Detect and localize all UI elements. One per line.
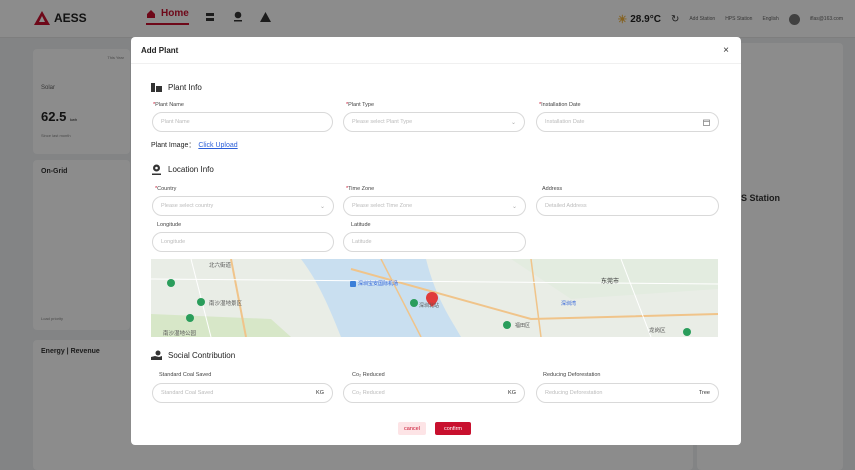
co2-reduced-input[interactable]: Co₂ Reduced KG xyxy=(343,383,525,403)
cancel-button[interactable]: cancel xyxy=(398,422,426,435)
map-label: 深圳宝安国际机场 xyxy=(358,280,398,287)
click-upload-link[interactable]: Click Upload xyxy=(198,142,237,149)
map-label: 福田区 xyxy=(515,322,530,329)
plant-info-icon xyxy=(151,83,162,92)
close-button[interactable]: × xyxy=(723,45,729,56)
map-label: 南沙湿地景区 xyxy=(209,299,243,307)
location-info-heading: Location Info xyxy=(151,164,214,175)
plant-type-select[interactable]: Please select Plant Type ⌄ xyxy=(343,112,525,132)
chevron-down-icon: ⌄ xyxy=(511,203,517,210)
plant-name-label: *Plant Name xyxy=(153,102,184,108)
map-label: 北六街道 xyxy=(209,261,232,269)
deforestation-input[interactable]: Reducing Deforestation Tree xyxy=(536,383,719,403)
map-label: 东莞市 xyxy=(601,277,619,285)
latitude-label: Latitude xyxy=(351,222,371,228)
coal-saved-input[interactable]: Standard Coal Saved KG xyxy=(152,383,333,403)
plant-image-row: Plant Image： Click Upload xyxy=(151,142,238,149)
map-poi-icon xyxy=(503,321,511,329)
map-label: 南沙湿地公园 xyxy=(163,329,197,337)
time-zone-label: *Time Zone xyxy=(346,186,375,192)
installation-date-input[interactable]: Installation Date xyxy=(536,112,719,132)
chevron-down-icon: ⌄ xyxy=(319,203,325,210)
longitude-input[interactable]: Longitude xyxy=(152,232,334,252)
plant-type-label: *Plant Type xyxy=(346,102,375,108)
chevron-down-icon: ⌄ xyxy=(510,119,516,126)
address-label: Address xyxy=(542,186,563,192)
map-poi-icon xyxy=(197,298,205,306)
plant-info-heading: Plant Info xyxy=(151,82,202,93)
airport-icon xyxy=(350,281,356,287)
address-input[interactable]: Detailed Address xyxy=(536,196,719,216)
map-poi-icon xyxy=(410,299,418,307)
confirm-button[interactable]: confirm xyxy=(435,422,471,435)
calendar-icon[interactable] xyxy=(703,119,710,126)
installation-date-label: *Installation Date xyxy=(539,102,581,108)
map-canvas[interactable]: 北六街道 深圳宝安国际机场 南沙湿地景区 南沙湿地公园 深圳北站 深圳湾 东莞市… xyxy=(151,259,718,337)
latitude-input[interactable]: Latitude xyxy=(343,232,526,252)
longitude-label: Longitude xyxy=(157,222,182,228)
map-poi-icon xyxy=(683,328,691,336)
modal-title: Add Plant xyxy=(141,45,179,55)
location-map[interactable]: 北六街道 深圳宝安国际机场 南沙湿地景区 南沙湿地公园 深圳北站 深圳湾 东莞市… xyxy=(151,259,718,337)
map-label: 深圳北站 xyxy=(419,302,439,309)
map-label: 深圳湾 xyxy=(561,300,576,307)
co2-reduced-label: Co₂ Reduced xyxy=(352,372,385,378)
time-zone-select[interactable]: Please select Time Zone ⌄ xyxy=(343,196,526,216)
hand-coin-icon xyxy=(151,350,162,360)
country-label: *Country xyxy=(155,186,177,192)
modal-header: Add Plant xyxy=(131,37,741,64)
location-icon xyxy=(152,164,161,175)
map-poi-icon xyxy=(167,279,175,287)
deforestation-label: Reducing Deforestation xyxy=(543,372,601,378)
map-label: 龙岗区 xyxy=(649,326,666,334)
add-plant-modal: Add Plant × Plant Info *Plant Name Plant… xyxy=(131,37,741,445)
map-poi-icon xyxy=(186,314,194,322)
country-select[interactable]: Please select country ⌄ xyxy=(152,196,334,216)
social-contribution-heading: Social Contribution xyxy=(151,350,235,361)
plant-name-input[interactable]: Plant Name xyxy=(152,112,333,132)
coal-saved-label: Standard Coal Saved xyxy=(159,372,212,378)
